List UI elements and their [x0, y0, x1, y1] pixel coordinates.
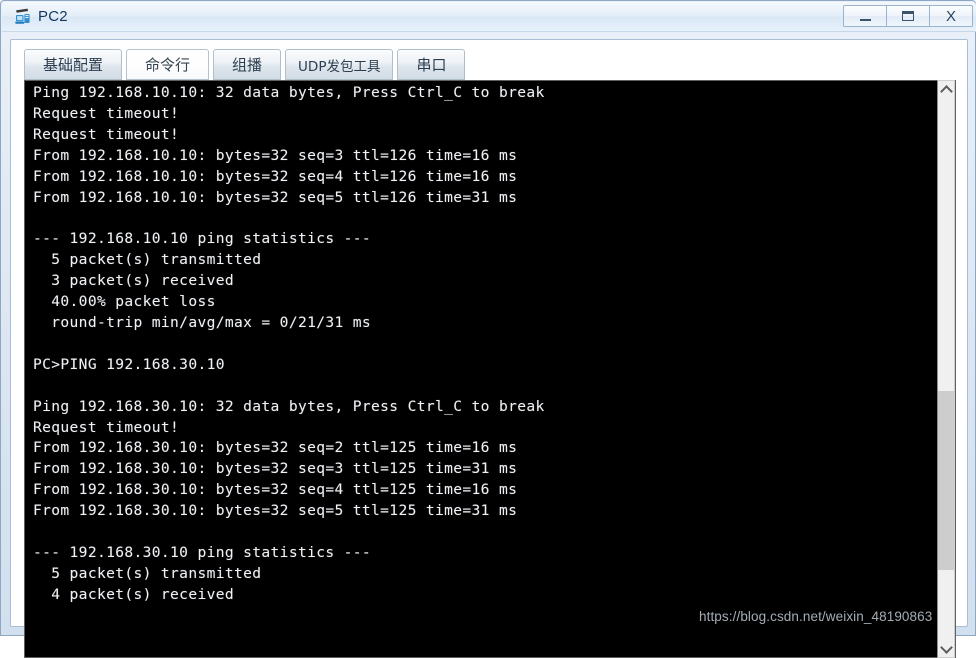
chevron-down-icon [939, 640, 953, 654]
content-panel: 基础配置 命令行 组播 UDP发包工具 串口 Ping 192.168.10.1… [10, 39, 968, 658]
title-bar: PC2 X [2, 2, 976, 32]
chevron-up-icon [939, 84, 953, 98]
terminal-console[interactable]: Ping 192.168.10.10: 32 data bytes, Press… [24, 80, 956, 658]
scrollbar-thumb[interactable] [938, 390, 954, 570]
maximize-icon [902, 11, 914, 21]
tab-command-line[interactable]: 命令行 [126, 49, 210, 80]
tab-basic-config[interactable]: 基础配置 [24, 49, 123, 80]
window-title: PC2 [38, 8, 68, 25]
tab-udp-tool[interactable]: UDP发包工具 [285, 49, 394, 80]
tab-serial-port[interactable]: 串口 [397, 49, 466, 80]
close-button[interactable]: X [929, 5, 973, 27]
close-icon: X [945, 7, 956, 25]
terminal-scrollbar[interactable] [937, 80, 955, 658]
minimize-icon [859, 18, 871, 21]
scroll-up-button[interactable] [938, 81, 954, 98]
pc-device-icon [13, 7, 33, 27]
tab-multicast[interactable]: 组播 [213, 49, 282, 80]
tab-strip: 基础配置 命令行 组播 UDP发包工具 串口 [24, 47, 469, 80]
scroll-down-button[interactable] [938, 640, 954, 657]
terminal-output-text: Ping 192.168.10.10: 32 data bytes, Press… [33, 84, 545, 603]
maximize-button[interactable] [886, 5, 929, 27]
minimize-button[interactable] [843, 5, 886, 27]
pc2-window: PC2 X 基础配置 命令行 组播 UDP发包工具 串口 Ping 192.16… [0, 0, 976, 658]
